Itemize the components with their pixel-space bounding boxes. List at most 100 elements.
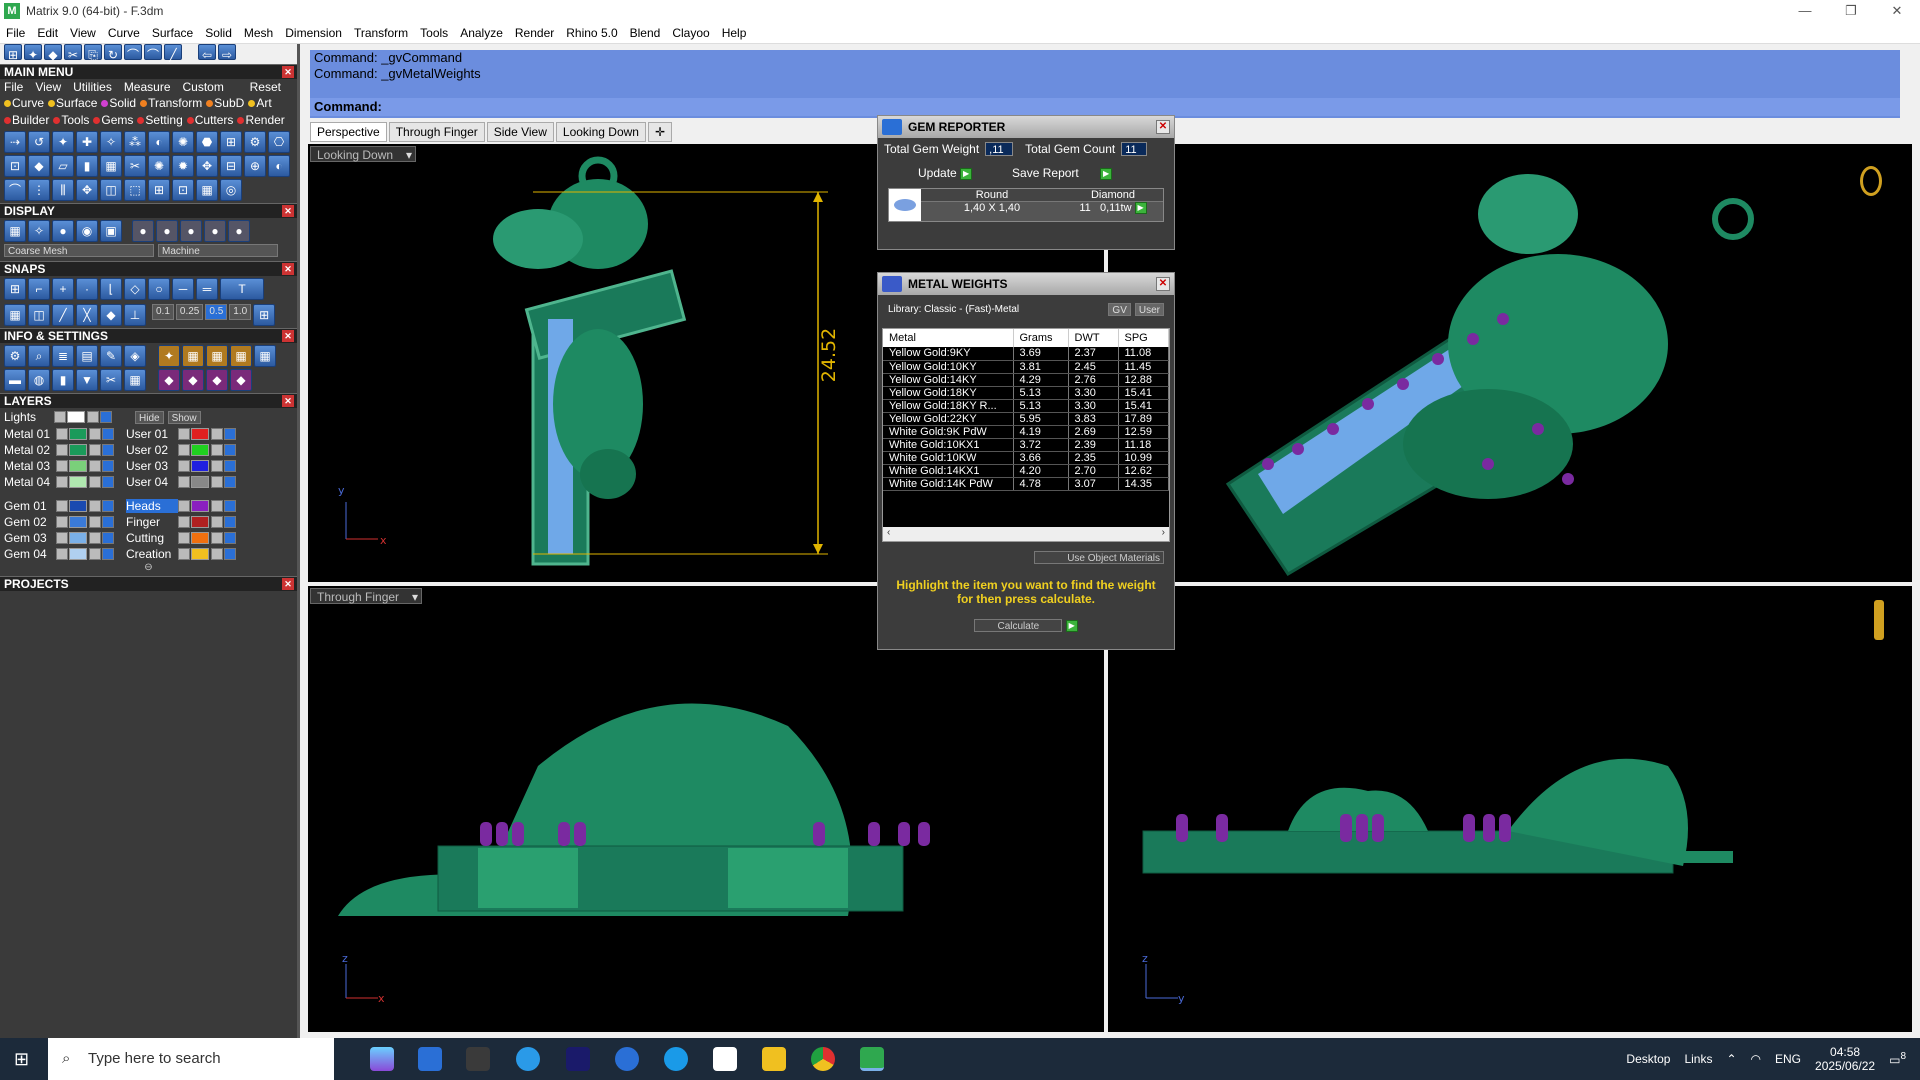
planar-icon[interactable]: ╱ (52, 304, 74, 326)
layer-row[interactable]: Creation (122, 546, 272, 562)
mm-solid-item[interactable]: Solid (101, 95, 136, 112)
smart-track-icon[interactable]: ╳ (76, 304, 98, 326)
col-metal[interactable]: Metal (883, 329, 1014, 347)
menu-surface[interactable]: Surface (146, 22, 199, 44)
lock-icon[interactable] (211, 516, 223, 528)
tool-icon[interactable]: ◐ (148, 131, 170, 153)
shade-sphere-icon[interactable]: ● (132, 220, 154, 242)
visibility-icon[interactable] (224, 476, 236, 488)
layer-arrow[interactable] (178, 548, 190, 560)
snap-end-icon[interactable]: ⊞ (4, 278, 26, 300)
layer-row[interactable]: Cutting (122, 530, 272, 546)
tool-icon[interactable]: ⊕ (244, 155, 266, 177)
mm-subd-item[interactable]: SubD (206, 95, 244, 112)
lock-icon[interactable] (89, 500, 101, 512)
close-icon[interactable]: ✕ (282, 395, 294, 407)
snap-value[interactable]: 1.0 (229, 304, 252, 320)
menu-tools[interactable]: Tools (414, 22, 454, 44)
layer-row[interactable]: User 01 (122, 426, 272, 442)
gem-row[interactable]: Round 1,40 X 1,40 Diamond 11 0,11tw ▶ (888, 188, 1164, 222)
menu-analyze[interactable]: Analyze (454, 22, 509, 44)
layer-arrow[interactable] (178, 516, 190, 528)
table-row[interactable]: White Gold:14K PdW 4.78 3.07 14.35 (883, 477, 1169, 491)
mm-file[interactable]: File (4, 80, 23, 94)
visibility-icon[interactable] (102, 532, 114, 544)
tool-icon[interactable]: ⫼ (52, 179, 74, 201)
table-row[interactable]: Yellow Gold:22KY 5.95 3.83 17.89 (883, 412, 1169, 426)
tool-icon[interactable]: ✂ (124, 155, 146, 177)
table-row[interactable]: White Gold:10KW 3.66 2.35 10.99 (883, 451, 1169, 465)
horizontal-scrollbar[interactable]: ‹ › (883, 527, 1169, 541)
notification-icon[interactable]: ▭8 (1889, 1051, 1906, 1067)
toolbar-icon[interactable]: ⊞ (4, 44, 22, 62)
layer-color-swatch[interactable] (69, 460, 87, 472)
toolbar-icon[interactable]: ↻ (104, 44, 122, 62)
menu-clayoo[interactable]: Clayoo (666, 22, 715, 44)
tool-icon[interactable]: ⊞ (220, 131, 242, 153)
mm-art-item[interactable]: Art (248, 95, 272, 112)
visibility-icon[interactable] (224, 428, 236, 440)
menu-curve[interactable]: Curve (102, 22, 146, 44)
layer-color-swatch[interactable] (191, 444, 209, 456)
wifi-icon[interactable]: ◠ (1751, 1052, 1761, 1066)
visibility-icon[interactable] (102, 516, 114, 528)
tool-icon[interactable]: ✺ (172, 131, 194, 153)
tool-icon[interactable]: ◆ (28, 155, 50, 177)
table-row[interactable]: White Gold:10KX1 3.72 2.39 11.18 (883, 438, 1169, 452)
layer-arrow[interactable] (178, 444, 190, 456)
calc-icon[interactable]: ▦ (124, 369, 146, 391)
store-icon[interactable] (418, 1047, 442, 1071)
layer-visible[interactable] (100, 411, 112, 423)
visibility-icon[interactable] (102, 460, 114, 472)
mm-transform-item[interactable]: Transform (140, 95, 202, 112)
close-icon[interactable]: ✕ (282, 330, 294, 342)
layer-color-swatch[interactable] (69, 476, 87, 488)
layer-arrow[interactable] (56, 548, 68, 560)
tool-icon[interactable]: ✚ (76, 131, 98, 153)
visibility-icon[interactable] (102, 500, 114, 512)
shape-icon[interactable]: ▮ (52, 369, 74, 391)
lock-icon[interactable] (211, 532, 223, 544)
filter-icon[interactable]: ▼ (76, 369, 98, 391)
menu-solid[interactable]: Solid (199, 22, 238, 44)
mm-cutters-item[interactable]: Cutters (186, 112, 233, 129)
layer-color-swatch[interactable] (69, 532, 87, 544)
snap-cen-icon[interactable]: ⌊ (100, 278, 122, 300)
update-button[interactable]: Update ▶ (918, 166, 973, 180)
layer-row[interactable]: Finger (122, 514, 272, 530)
menu-view[interactable]: View (64, 22, 102, 44)
tool-icon[interactable]: ▮ (76, 155, 98, 177)
snap-project-icon[interactable]: T (220, 278, 264, 300)
layer-lock[interactable] (87, 411, 99, 423)
visibility-icon[interactable] (224, 460, 236, 472)
layer-row[interactable]: User 03 (122, 458, 272, 474)
close-icon[interactable]: ✕ (1156, 277, 1170, 291)
layer-row[interactable]: Gem 03 (0, 530, 122, 546)
layer-row[interactable]: User 02 (122, 442, 272, 458)
layer-color[interactable] (67, 411, 85, 423)
mm-tools-item[interactable]: Tools (53, 112, 89, 129)
mm-setting-item[interactable]: Setting (137, 112, 183, 129)
mm-render-item[interactable]: Render (237, 112, 285, 129)
tool-icon[interactable]: ✥ (196, 155, 218, 177)
layer-row[interactable]: Heads (122, 498, 272, 514)
toolbar-icon[interactable]: ⌒ (124, 44, 142, 62)
lock-icon[interactable] (89, 532, 101, 544)
snap-point-icon[interactable]: + (52, 278, 74, 300)
zoom-icon[interactable] (615, 1047, 639, 1071)
lock-icon[interactable] (211, 548, 223, 560)
toolbar-icon[interactable]: ✦ (24, 44, 42, 62)
visibility-icon[interactable] (102, 428, 114, 440)
lock-icon[interactable] (89, 476, 101, 488)
tool-icon[interactable]: ▦ (196, 179, 218, 201)
grid-toggle-icon[interactable]: ⊞ (253, 304, 276, 326)
mm-builder-item[interactable]: Builder (4, 112, 49, 129)
snap-int-icon[interactable]: ◇ (124, 278, 146, 300)
display-icon[interactable]: ◉ (76, 220, 98, 242)
tool-icon[interactable]: ⊟ (220, 155, 242, 177)
menu-transform[interactable]: Transform (348, 22, 414, 44)
copilot-icon[interactable] (370, 1047, 394, 1071)
snap-mid-icon[interactable]: · (76, 278, 98, 300)
close-icon[interactable]: ✕ (282, 578, 294, 590)
tool-icon[interactable]: ▦ (182, 345, 204, 367)
